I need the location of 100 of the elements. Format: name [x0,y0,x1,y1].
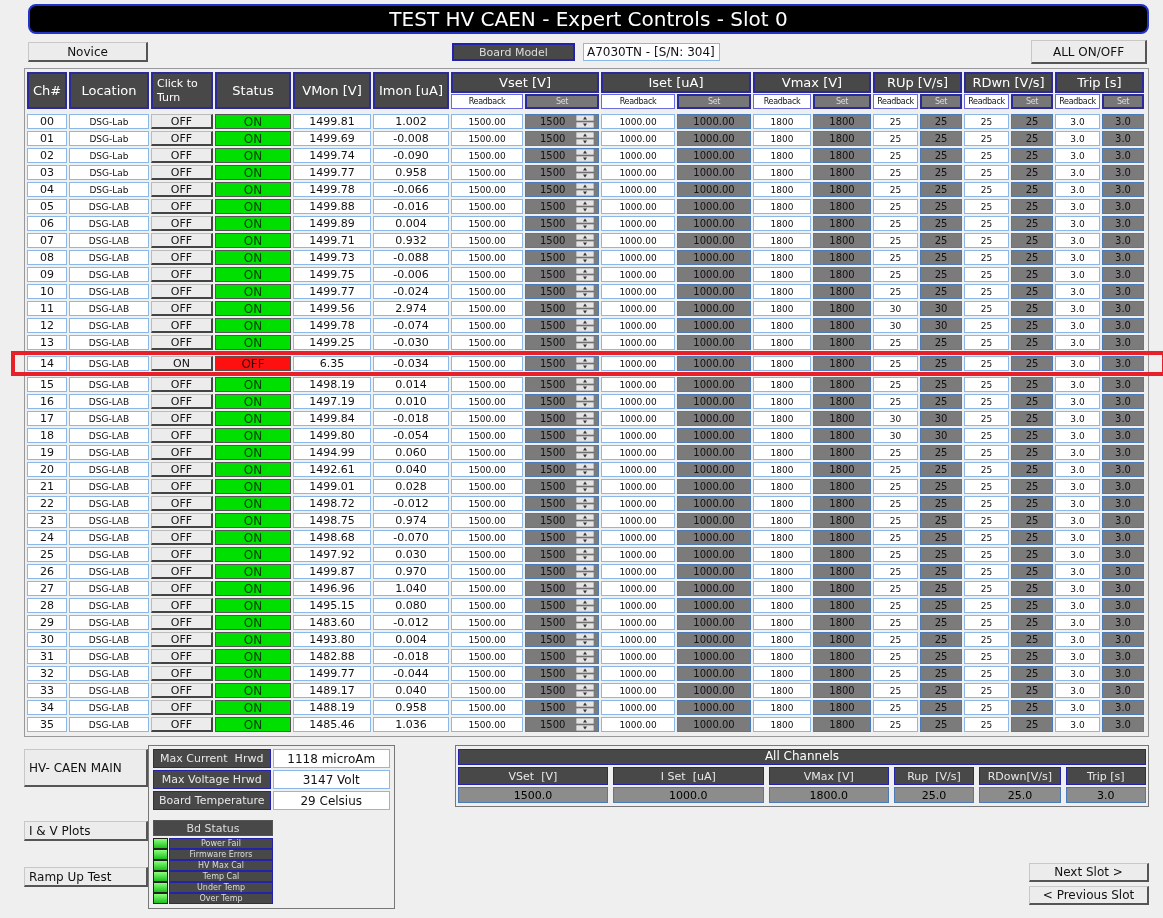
toggle-button[interactable]: OFF [151,284,213,299]
set-field[interactable]: 1800 [813,428,871,443]
set-field[interactable]: 25 [920,250,962,265]
toggle-button[interactable]: OFF [151,267,213,282]
set-field[interactable]: 3.0 [1102,267,1144,282]
set-field[interactable]: 1000.00 [677,394,751,409]
set-field[interactable]: 25 [920,462,962,477]
set-field[interactable]: 3.0 [1102,496,1144,511]
spinner-icon[interactable] [576,217,595,230]
set-field[interactable]: 25 [1011,564,1053,579]
set-field[interactable]: 1000.0 [612,787,764,803]
spinner-icon[interactable] [576,480,595,493]
set-field[interactable]: 1500 [525,530,599,545]
set-field[interactable]: 1500 [525,632,599,647]
toggle-button[interactable]: OFF [151,598,213,613]
set-field[interactable]: 1800 [813,335,871,350]
set-field[interactable]: 25 [920,216,962,231]
set-field[interactable]: 25 [1011,513,1053,528]
toggle-button[interactable]: OFF [151,683,213,698]
toggle-button[interactable]: OFF [151,233,213,248]
set-field[interactable]: 3.0 [1102,462,1144,477]
set-field[interactable]: 1500 [525,445,599,460]
set-field[interactable]: 1000.00 [677,513,751,528]
set-field[interactable]: 3.0 [1102,479,1144,494]
set-field[interactable]: 1800 [813,530,871,545]
set-field[interactable]: 1500 [525,649,599,664]
set-field[interactable]: 1000.00 [677,581,751,596]
set-field[interactable]: 1800 [813,233,871,248]
set-field[interactable]: 1000.00 [677,131,751,146]
set-field[interactable]: 25 [1011,148,1053,163]
set-field[interactable]: 25 [1011,318,1053,333]
set-field[interactable]: 1800 [813,377,871,392]
spinner-icon[interactable] [576,200,595,213]
set-field[interactable]: 1000.00 [677,233,751,248]
spinner-icon[interactable] [576,650,595,663]
toggle-button[interactable]: OFF [151,199,213,214]
set-field[interactable]: 25 [1011,182,1053,197]
set-field[interactable]: 1000.00 [677,496,751,511]
spinner-icon[interactable] [576,429,595,442]
set-field[interactable]: 1500 [525,182,599,197]
toggle-button[interactable]: OFF [151,301,213,316]
set-field[interactable]: 25 [920,335,962,350]
spinner-icon[interactable] [576,497,595,510]
set-field[interactable]: 1000.00 [677,216,751,231]
toggle-button[interactable]: OFF [151,216,213,231]
set-field[interactable]: 1800 [813,216,871,231]
spinner-icon[interactable] [576,234,595,247]
set-field[interactable]: 25 [920,356,962,371]
set-field[interactable]: 25 [920,148,962,163]
toggle-button[interactable]: OFF [151,131,213,146]
set-field[interactable]: 1800 [813,301,871,316]
set-field[interactable]: 3.0 [1102,428,1144,443]
set-field[interactable]: 1800 [813,250,871,265]
set-field[interactable]: 25 [920,649,962,664]
spinner-icon[interactable] [576,565,595,578]
set-field[interactable]: 1500 [525,428,599,443]
set-field[interactable]: 25 [1011,530,1053,545]
set-field[interactable]: 1000.00 [677,462,751,477]
set-field[interactable]: 3.0 [1102,250,1144,265]
set-field[interactable]: 25 [920,284,962,299]
set-field[interactable]: 3.0 [1102,148,1144,163]
set-field[interactable]: 1800 [813,284,871,299]
set-field[interactable]: 25.0 [979,787,1061,803]
set-field[interactable]: 3.0 [1102,233,1144,248]
set-field[interactable]: 1500 [525,666,599,681]
set-field[interactable]: 25 [1011,717,1053,732]
set-field[interactable]: 25 [1011,581,1053,596]
toggle-button[interactable]: OFF [151,700,213,715]
set-field[interactable]: 25 [1011,250,1053,265]
toggle-button[interactable]: OFF [151,335,213,350]
set-field[interactable]: 1800 [813,182,871,197]
set-field[interactable]: 25 [920,581,962,596]
set-field[interactable]: 1500.0 [458,787,608,803]
set-field[interactable]: 1000.00 [677,250,751,265]
set-field[interactable]: 1800 [813,564,871,579]
toggle-button[interactable]: OFF [151,632,213,647]
spinner-icon[interactable] [576,285,595,298]
set-field[interactable]: 1800 [813,445,871,460]
set-field[interactable]: 25 [920,615,962,630]
set-field[interactable]: 1800 [813,394,871,409]
set-field[interactable]: 25 [920,182,962,197]
set-field[interactable]: 1500 [525,250,599,265]
set-field[interactable]: 25 [1011,632,1053,647]
set-field[interactable]: 1000.00 [677,114,751,129]
set-field[interactable]: 3.0 [1102,199,1144,214]
set-field[interactable]: 1800 [813,479,871,494]
spinner-icon[interactable] [576,336,595,349]
set-field[interactable]: 1800 [813,615,871,630]
toggle-button[interactable]: OFF [151,394,213,409]
set-field[interactable]: 1800 [813,513,871,528]
set-field[interactable]: 1500 [525,356,599,371]
set-field[interactable]: 25 [1011,394,1053,409]
spinner-icon[interactable] [576,251,595,264]
set-field[interactable]: 3.0 [1102,530,1144,545]
set-field[interactable]: 1500 [525,479,599,494]
set-field[interactable]: 1500 [525,700,599,715]
set-field[interactable]: 1500 [525,199,599,214]
set-field[interactable]: 3.0 [1102,581,1144,596]
toggle-button[interactable]: OFF [151,377,213,392]
set-field[interactable]: 1000.00 [677,683,751,698]
